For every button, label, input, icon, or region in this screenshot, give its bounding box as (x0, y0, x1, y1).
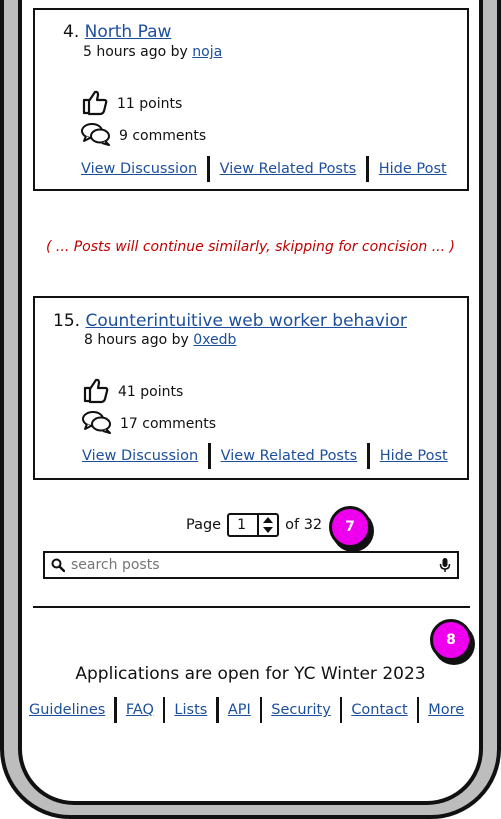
search-bar (43, 551, 459, 579)
points-count: 11 points (117, 96, 183, 112)
comments-count: 17 comments (120, 416, 217, 432)
yc-banner: Applications are open for YC Winter 2023 (75, 664, 426, 684)
view-related-posts-link[interactable]: View Related Posts (220, 161, 357, 177)
page-number-stepper[interactable]: 1 (227, 513, 280, 537)
divider (366, 156, 369, 182)
post-age: 8 hours ago by (84, 332, 189, 348)
page-number-value[interactable]: 1 (229, 517, 257, 533)
pager: Page 1 of 32 (186, 513, 322, 537)
search-input[interactable] (65, 556, 439, 574)
post-number: 15. (53, 311, 81, 331)
thumbs-up-icon[interactable] (81, 88, 109, 120)
footer-links: Guidelines FAQ Lists API Security Contac… (29, 697, 464, 723)
view-discussion-link[interactable]: View Discussion (82, 448, 198, 464)
microphone-icon[interactable] (439, 557, 457, 573)
post-age: 5 hours ago by (83, 44, 188, 60)
thumbs-up-icon[interactable] (82, 376, 110, 408)
comments-count: 9 comments (119, 128, 207, 144)
post-actions: View Discussion View Related Posts Hide … (82, 443, 448, 469)
post-meta: 8 hours ago by 0xedb (84, 332, 236, 348)
footer-link-guidelines[interactable]: Guidelines (29, 702, 105, 718)
footer-link-faq[interactable]: FAQ (126, 702, 154, 718)
horizontal-divider (33, 606, 470, 608)
points-count: 41 points (118, 384, 184, 400)
divider (208, 443, 211, 469)
spinner-arrows-icon[interactable] (257, 515, 277, 535)
post-points: 41 points (82, 376, 183, 408)
divider (259, 697, 263, 723)
post-card: 4. North Paw 5 hours ago by noja 11 poin… (33, 8, 469, 191)
post-actions: View Discussion View Related Posts Hide … (81, 156, 447, 182)
comments-icon[interactable] (82, 410, 112, 438)
footer-link-more[interactable]: More (428, 702, 464, 718)
footer-link-api[interactable]: API (228, 702, 251, 718)
divider (114, 697, 117, 723)
pager-label: Page (186, 517, 222, 533)
hide-post-link[interactable]: Hide Post (380, 448, 448, 464)
divider (367, 443, 370, 469)
post-card: 15. Counterintuitive web worker behavior… (33, 296, 469, 480)
annotation-badge: 7 (329, 506, 371, 548)
post-author-link[interactable]: noja (192, 44, 222, 60)
continuation-note: ( ... Posts will continue similarly, ski… (46, 239, 455, 255)
footer-link-security[interactable]: Security (271, 702, 331, 718)
post-title-link[interactable]: Counterintuitive web worker behavior (85, 311, 406, 331)
footer-link-lists[interactable]: Lists (174, 702, 207, 718)
comments-icon[interactable] (81, 122, 111, 150)
post-title-link[interactable]: North Paw (85, 22, 172, 42)
post-number: 4. (63, 22, 80, 42)
post-points: 11 points (81, 88, 182, 120)
hide-post-link[interactable]: Hide Post (379, 161, 447, 177)
view-related-posts-link[interactable]: View Related Posts (221, 448, 358, 464)
post-title-row: 15. Counterintuitive web worker behavior (53, 311, 407, 331)
footer-link-contact[interactable]: Contact (351, 702, 407, 718)
divider (339, 697, 343, 723)
post-comments: 9 comments (81, 122, 206, 150)
divider (416, 697, 420, 723)
post-author-link[interactable]: 0xedb (193, 332, 236, 348)
pager-total: of 32 (285, 517, 323, 533)
post-title-row: 4. North Paw (63, 22, 171, 42)
divider (216, 697, 219, 723)
divider (207, 156, 210, 182)
post-comments: 17 comments (82, 410, 216, 438)
post-meta: 5 hours ago by noja (83, 44, 222, 60)
divider (162, 697, 166, 723)
search-icon (45, 558, 65, 572)
view-discussion-link[interactable]: View Discussion (81, 161, 197, 177)
annotation-badge: 8 (430, 619, 472, 661)
